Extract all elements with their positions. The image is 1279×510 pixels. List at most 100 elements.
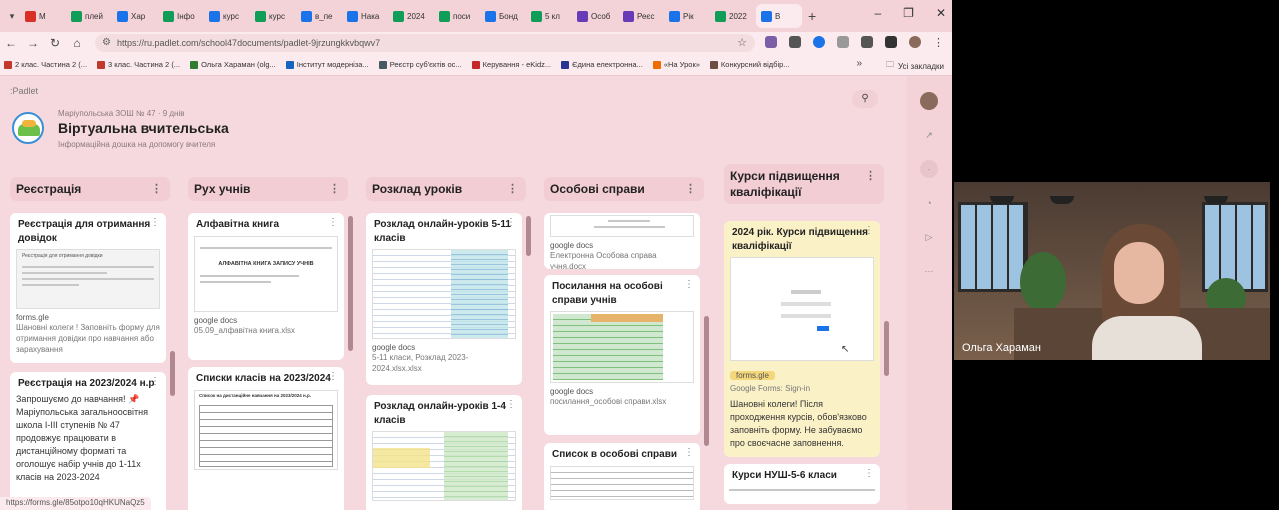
post-card[interactable]: Алфавітна книга ⋮ АЛФАВІТНА КНИГА ЗАПИСУ…: [188, 213, 344, 360]
post-menu-icon[interactable]: ⋮: [328, 371, 338, 382]
column-menu-icon[interactable]: ⋮: [865, 169, 876, 184]
post-menu-icon[interactable]: ⋮: [328, 217, 338, 228]
post-card[interactable]: Реєстрація для отримання довідок ⋮ Реєст…: [10, 213, 166, 363]
post-menu-icon[interactable]: ⋮: [864, 225, 874, 236]
column-scrollbar[interactable]: [170, 351, 175, 396]
tab-favicon-icon: [669, 10, 680, 22]
notifications-icon[interactable]: ◔: [920, 194, 938, 212]
column-menu-icon[interactable]: ⋮: [685, 182, 696, 195]
column-scrollbar[interactable]: [884, 321, 889, 376]
minimize-icon[interactable]: –: [874, 6, 881, 20]
browser-tab[interactable]: поси: [434, 4, 480, 28]
tab-favicon-icon: [577, 10, 588, 22]
bookmark-item[interactable]: Конкурсний відбір...: [709, 60, 790, 69]
bookmark-favicon-icon: [97, 60, 106, 69]
browser-tab[interactable]: Інфо: [158, 4, 204, 28]
bookmark-item[interactable]: 2 клас. Частина 2 (...: [4, 60, 87, 69]
all-bookmarks-button[interactable]: 🗀 Усі закладки: [886, 59, 944, 73]
share-icon[interactable]: ↗: [920, 126, 938, 144]
address-bar[interactable]: ⚙ https://ru.padlet.com/school47document…: [95, 34, 755, 52]
extensions-puzzle-icon[interactable]: [861, 36, 873, 48]
bookmark-star-icon[interactable]: ☆: [737, 36, 747, 49]
tab-search-icon[interactable]: ▾: [4, 11, 20, 22]
extension-icon[interactable]: [813, 36, 825, 48]
browser-tab[interactable]: курс: [204, 4, 250, 28]
bookmark-item[interactable]: Реєстр суб'єктів ос...: [378, 60, 462, 69]
post-card[interactable]: Посилання на особові справи учнів ⋮ goog…: [544, 275, 700, 435]
search-icon[interactable]: ⚲: [852, 90, 878, 108]
extension-icon[interactable]: [765, 36, 777, 48]
reload-icon[interactable]: ↻: [44, 36, 66, 50]
more-icon[interactable]: ···: [920, 262, 938, 280]
post-card[interactable]: Реєстрація на 2023/2024 н.р ⋮ Запрошуємо…: [10, 372, 166, 510]
column-menu-icon[interactable]: ⋮: [151, 182, 162, 195]
post-menu-icon[interactable]: ⋮: [684, 447, 694, 458]
browser-tab[interactable]: В: [756, 4, 802, 28]
post-menu-icon[interactable]: ⋮: [684, 279, 694, 290]
back-icon[interactable]: ←: [0, 36, 22, 50]
bookmarks-overflow-icon[interactable]: »: [856, 58, 862, 69]
post-description: Google Forms: Sign-in: [730, 384, 811, 393]
menu-dots-icon[interactable]: ⋮: [933, 36, 944, 49]
forward-icon[interactable]: →: [22, 36, 44, 50]
video-call-tile: Ольга Хараман: [954, 182, 1270, 360]
bookmark-item[interactable]: «На Урок»: [652, 60, 700, 69]
bookmark-item[interactable]: Єдина електронна...: [561, 60, 643, 69]
post-menu-icon[interactable]: ⋮: [150, 376, 160, 387]
browser-tab[interactable]: Нака: [342, 4, 388, 28]
new-tab-button[interactable]: +: [808, 8, 816, 24]
column-menu-icon[interactable]: ⋮: [329, 182, 340, 195]
url-text: https://ru.padlet.com/school47documents/…: [117, 38, 381, 48]
browser-tab[interactable]: 2024: [388, 4, 434, 28]
tab-label: Нака: [361, 11, 380, 21]
post-menu-icon[interactable]: ⋮: [864, 468, 874, 479]
tab-label: поси: [453, 11, 471, 21]
browser-tab[interactable]: плей: [66, 4, 112, 28]
browser-tab[interactable]: в_пе: [296, 4, 342, 28]
side-panel-icon[interactable]: [885, 36, 897, 48]
browser-tab[interactable]: M: [20, 4, 66, 28]
column-scrollbar[interactable]: [526, 216, 531, 256]
padlet-logo[interactable]: :Padlet: [10, 86, 38, 96]
post-card[interactable]: 2024 рік. Курси підвищення кваліфікації …: [724, 221, 880, 457]
post-card[interactable]: Списки класів на 2023/2024 ⋮ Список на д…: [188, 367, 344, 510]
bookmark-item[interactable]: Керування - eKidz...: [471, 60, 551, 69]
column-header: Розклад уроків ⋮: [366, 177, 526, 201]
close-window-icon[interactable]: ✕: [936, 6, 946, 20]
browser-tab[interactable]: Особ: [572, 4, 618, 28]
post-card[interactable]: Розклад онлайн-уроків 1-4 класів ⋮: [366, 395, 522, 510]
browser-tab[interactable]: Рік: [664, 4, 710, 28]
post-card[interactable]: google docs Електронна Особова справа уч…: [544, 213, 700, 269]
column-scrollbar[interactable]: [348, 216, 353, 351]
browser-tab[interactable]: 2022: [710, 4, 756, 28]
browser-tab[interactable]: курс: [250, 4, 296, 28]
profile-avatar[interactable]: [909, 36, 921, 48]
post-menu-icon[interactable]: ⋮: [150, 217, 160, 228]
slideshow-icon[interactable]: ▷: [920, 228, 938, 246]
extension-icon[interactable]: [837, 36, 849, 48]
bookmark-label: Реєстр суб'єктів ос...: [389, 60, 462, 69]
browser-tab[interactable]: 5 кл: [526, 4, 572, 28]
post-menu-icon[interactable]: ⋮: [506, 399, 516, 410]
post-card[interactable]: Курси НУШ-5-6 класи ⋮: [724, 464, 880, 504]
post-card[interactable]: Розклад онлайн-уроків 5-11 класів ⋮ goog…: [366, 213, 522, 385]
link-domain: forms.gle: [16, 313, 49, 322]
bookmark-item[interactable]: Інститут модерніза...: [285, 60, 369, 69]
bookmark-item[interactable]: 3 клас. Частина 2 (...: [97, 60, 180, 69]
user-avatar[interactable]: [920, 92, 938, 110]
extension-icon[interactable]: [789, 36, 801, 48]
column-menu-icon[interactable]: ⋮: [507, 182, 518, 195]
site-info-icon[interactable]: ⚙: [102, 37, 111, 48]
post-card[interactable]: Список в особові справи ⋮: [544, 443, 700, 510]
restore-icon[interactable]: ❐: [903, 6, 914, 20]
post-menu-icon[interactable]: ⋮: [506, 217, 516, 228]
column-scrollbar[interactable]: [704, 316, 709, 446]
browser-tab[interactable]: Реєс: [618, 4, 664, 28]
bookmark-item[interactable]: Ольга Хараман (olg...: [190, 60, 276, 69]
home-icon[interactable]: ⌂: [66, 36, 88, 50]
browser-tab[interactable]: Хар: [112, 4, 158, 28]
browser-tab[interactable]: Бонд: [480, 4, 526, 28]
bookmarks-bar: 2 клас. Частина 2 (... 3 клас. Частина 2 …: [0, 54, 952, 76]
settings-icon[interactable]: ·: [920, 160, 938, 178]
bookmark-favicon-icon: [378, 60, 387, 69]
